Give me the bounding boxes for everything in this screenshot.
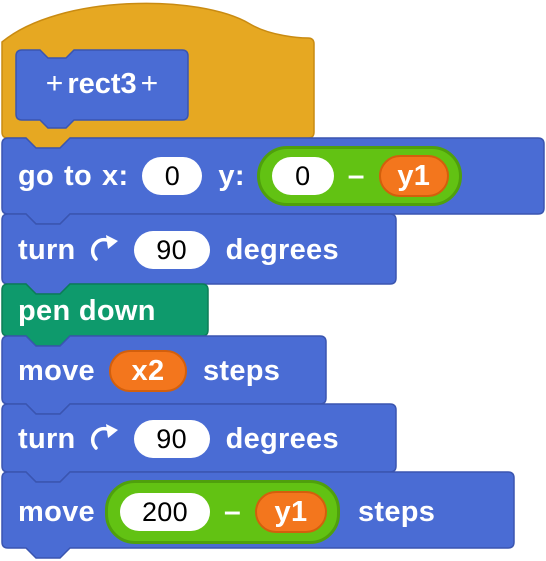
operator-left-input[interactable]: 0 (271, 157, 334, 195)
go-to-block[interactable]: go to x: 0 y: 0 – y1 (2, 141, 462, 211)
minus-sign: – (347, 159, 365, 192)
turn-block-1[interactable]: turn 90 degrees (2, 215, 339, 285)
custom-block-name: rect3 (67, 67, 137, 100)
minus-operator-block[interactable]: 200 – y1 (104, 480, 340, 544)
turn-block-2[interactable]: turn 90 degrees (2, 405, 339, 473)
label-go: go (18, 159, 55, 192)
variable-y1[interactable]: y1 (254, 491, 327, 533)
label-pen-down: pen down (18, 294, 156, 327)
move-block-2[interactable]: move 200 – y1 steps (2, 474, 435, 550)
x-input[interactable]: 0 (142, 157, 203, 195)
turn-clockwise-icon (90, 424, 118, 450)
label-to: to (64, 159, 93, 192)
operator-left-input[interactable]: 200 (119, 493, 210, 531)
add-input-right-icon[interactable]: + (141, 67, 159, 101)
minus-sign: – (223, 495, 241, 528)
minus-operator-block[interactable]: 0 – y1 (256, 146, 462, 206)
label-steps: steps (202, 354, 281, 387)
variable-x2[interactable]: x2 (108, 350, 187, 392)
label-degrees: degrees (225, 233, 339, 266)
label-turn: turn (18, 233, 76, 266)
degrees-input[interactable]: 90 (133, 231, 210, 269)
label-move: move (18, 354, 95, 387)
variable-y1[interactable]: y1 (378, 155, 449, 197)
move-block-1[interactable]: move x2 steps (2, 337, 280, 405)
label-y: y: (218, 159, 245, 192)
pen-down-block[interactable]: pen down (2, 285, 156, 337)
define-prototype[interactable]: + rect3 + (16, 50, 188, 118)
label-degrees: degrees (225, 422, 339, 455)
label-turn: turn (18, 422, 76, 455)
turn-clockwise-icon (90, 235, 118, 261)
add-input-left-icon[interactable]: + (46, 67, 64, 101)
label-steps: steps (357, 495, 436, 528)
label-move: move (18, 495, 95, 528)
degrees-input[interactable]: 90 (133, 420, 210, 458)
label-x: x: (102, 159, 129, 192)
